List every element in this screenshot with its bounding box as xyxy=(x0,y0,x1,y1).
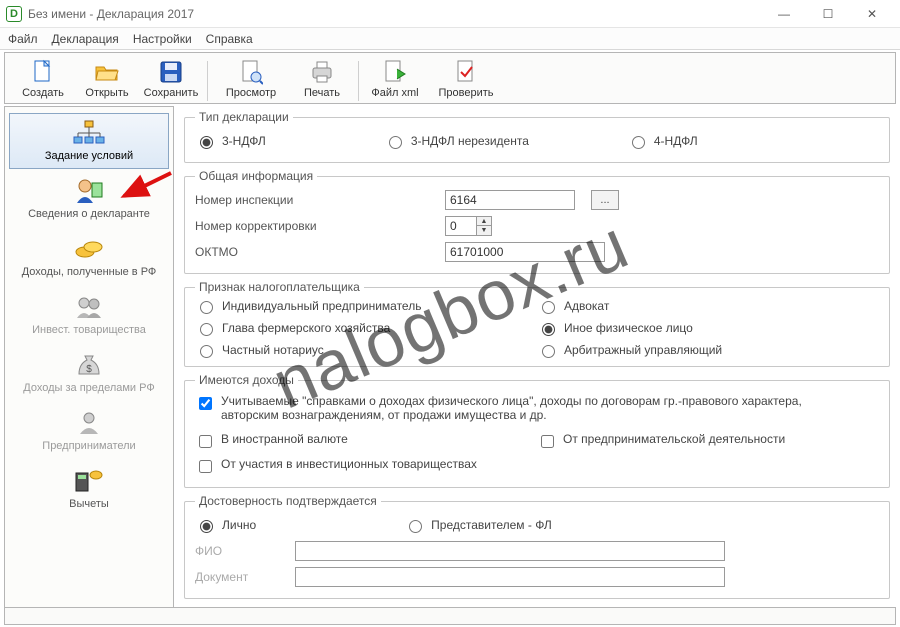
fio-input[interactable] xyxy=(295,541,725,561)
label-fio: ФИО xyxy=(195,544,285,558)
radio-self[interactable]: Лично xyxy=(195,517,256,533)
menu-bar: Файл Декларация Настройки Справка xyxy=(0,28,900,50)
group-legend: Достоверность подтверждается xyxy=(195,494,381,508)
toolbar-print-label: Печать xyxy=(304,87,340,99)
label-inspection: Номер инспекции xyxy=(195,193,365,207)
sidebar-item-income-abroad[interactable]: $ Доходы за пределами РФ xyxy=(9,345,169,401)
toolbar-xml-label: Файл xml xyxy=(371,87,418,99)
oktmo-input[interactable] xyxy=(445,242,605,262)
radio-notary[interactable]: Частный нотариус xyxy=(195,342,509,358)
label-oktmo: ОКТМО xyxy=(195,245,365,259)
toolbar-save-label: Сохранить xyxy=(144,87,199,99)
menu-help[interactable]: Справка xyxy=(206,32,253,46)
businessman-icon xyxy=(71,408,107,438)
label-correction: Номер корректировки xyxy=(195,219,365,233)
coins-icon xyxy=(71,234,107,264)
group-reliability: Достоверность подтверждается Лично Предс… xyxy=(184,494,890,599)
sidebar-item-invest[interactable]: Инвест. товарищества xyxy=(9,287,169,343)
menu-declaration[interactable]: Декларация xyxy=(52,32,119,46)
minimize-button[interactable]: — xyxy=(762,0,806,28)
radio-arbitr[interactable]: Арбитражный управляющий xyxy=(537,342,851,358)
toolbar-save[interactable]: Сохранить xyxy=(139,57,203,101)
toolbar-preview-label: Просмотр xyxy=(226,87,276,99)
maximize-button[interactable]: ☐ xyxy=(806,0,850,28)
sidebar-item-label: Инвест. товарищества xyxy=(32,324,146,336)
sidebar-item-label: Задание условий xyxy=(45,150,133,162)
sidebar: Задание условий Сведения о декларанте До… xyxy=(4,106,174,609)
org-chart-icon xyxy=(71,118,107,148)
toolbar-print[interactable]: Печать xyxy=(290,57,354,101)
label-document: Документ xyxy=(195,570,285,584)
radio-3ndfl[interactable]: 3-НДФЛ xyxy=(195,133,266,149)
radio-3ndfl-nonres[interactable]: 3-НДФЛ нерезидента xyxy=(384,133,529,149)
toolbar-open-label: Открыть xyxy=(85,87,128,99)
title-bar: D Без имени - Декларация 2017 — ☐ ✕ xyxy=(0,0,900,28)
correction-input[interactable] xyxy=(446,217,476,235)
save-icon xyxy=(158,59,184,85)
inspection-input[interactable] xyxy=(445,190,575,210)
sidebar-item-entrepreneurs[interactable]: Предприниматели xyxy=(9,403,169,459)
group-legend: Признак налогоплательщика xyxy=(195,280,364,294)
app-icon: D xyxy=(6,6,22,22)
sidebar-item-declarant[interactable]: Сведения о декларанте xyxy=(9,171,169,227)
print-icon xyxy=(309,59,335,85)
toolbar-open[interactable]: Открыть xyxy=(75,57,139,101)
group-legend: Общая информация xyxy=(195,169,317,183)
sidebar-item-deductions[interactable]: Вычеты xyxy=(9,461,169,517)
group-declaration-type: Тип декларации 3-НДФЛ 3-НДФЛ нерезидента… xyxy=(184,110,890,163)
spin-down[interactable]: ▼ xyxy=(477,226,491,235)
calculator-icon xyxy=(71,466,107,496)
main-panel: Тип декларации 3-НДФЛ 3-НДФЛ нерезидента… xyxy=(174,106,896,609)
spin-up[interactable]: ▲ xyxy=(477,217,491,226)
group-legend: Имеются доходы xyxy=(195,373,298,387)
radio-advocate[interactable]: Адвокат xyxy=(537,298,851,314)
sidebar-item-income-rf[interactable]: Доходы, полученные в РФ xyxy=(9,229,169,285)
people-icon xyxy=(71,292,107,322)
person-doc-icon xyxy=(71,176,107,206)
chk-main-income[interactable]: Учитываемые "справками о доходах физичес… xyxy=(195,394,841,422)
toolbar-create-label: Создать xyxy=(22,87,64,99)
radio-ip[interactable]: Индивидуальный предприниматель xyxy=(195,298,509,314)
toolbar-check-label: Проверить xyxy=(438,87,493,99)
sidebar-item-label: Сведения о декларанте xyxy=(28,208,150,220)
group-income: Имеются доходы Учитываемые "справками о … xyxy=(184,373,890,488)
sidebar-item-conditions[interactable]: Задание условий xyxy=(9,113,169,169)
money-bag-icon: $ xyxy=(71,350,107,380)
radio-4ndfl[interactable]: 4-НДФЛ xyxy=(627,133,698,149)
status-bar xyxy=(4,607,896,625)
sidebar-item-label: Доходы, полученные в РФ xyxy=(22,266,157,278)
toolbar-create[interactable]: Создать xyxy=(11,57,75,101)
toolbar: Создать Открыть Сохранить Просмотр Печат… xyxy=(4,52,896,104)
chk-invest-partnership[interactable]: От участия в инвестиционных товарищества… xyxy=(195,457,477,476)
radio-other-person[interactable]: Иное физическое лицо xyxy=(537,320,851,336)
sidebar-item-label: Вычеты xyxy=(69,498,109,510)
document-input[interactable] xyxy=(295,567,725,587)
chk-business[interactable]: От предпринимательской деятельности xyxy=(537,432,879,451)
svg-text:$: $ xyxy=(86,364,92,375)
menu-file[interactable]: Файл xyxy=(8,32,38,46)
preview-icon xyxy=(238,59,264,85)
group-taxpayer: Признак налогоплательщика Индивидуальный… xyxy=(184,280,890,367)
group-general-info: Общая информация Номер инспекции ... Ном… xyxy=(184,169,890,274)
group-legend: Тип декларации xyxy=(195,110,293,124)
chk-foreign-currency[interactable]: В иностранной валюте xyxy=(195,432,537,451)
window-title: Без имени - Декларация 2017 xyxy=(28,7,194,21)
toolbar-preview[interactable]: Просмотр xyxy=(212,57,290,101)
inspection-picker-button[interactable]: ... xyxy=(591,190,619,210)
toolbar-xml[interactable]: Файл xml xyxy=(363,57,427,101)
toolbar-check[interactable]: Проверить xyxy=(427,57,505,101)
xml-file-icon xyxy=(382,59,408,85)
menu-settings[interactable]: Настройки xyxy=(133,32,192,46)
sidebar-item-label: Доходы за пределами РФ xyxy=(23,382,154,394)
new-file-icon xyxy=(30,59,56,85)
close-button[interactable]: ✕ xyxy=(850,0,894,28)
check-icon xyxy=(453,59,479,85)
folder-open-icon xyxy=(94,59,120,85)
correction-stepper[interactable]: ▲▼ xyxy=(445,216,492,236)
sidebar-item-label: Предприниматели xyxy=(42,440,135,452)
radio-representative[interactable]: Представителем - ФЛ xyxy=(404,517,552,533)
radio-farmer[interactable]: Глава фермерского хозяйства xyxy=(195,320,509,336)
